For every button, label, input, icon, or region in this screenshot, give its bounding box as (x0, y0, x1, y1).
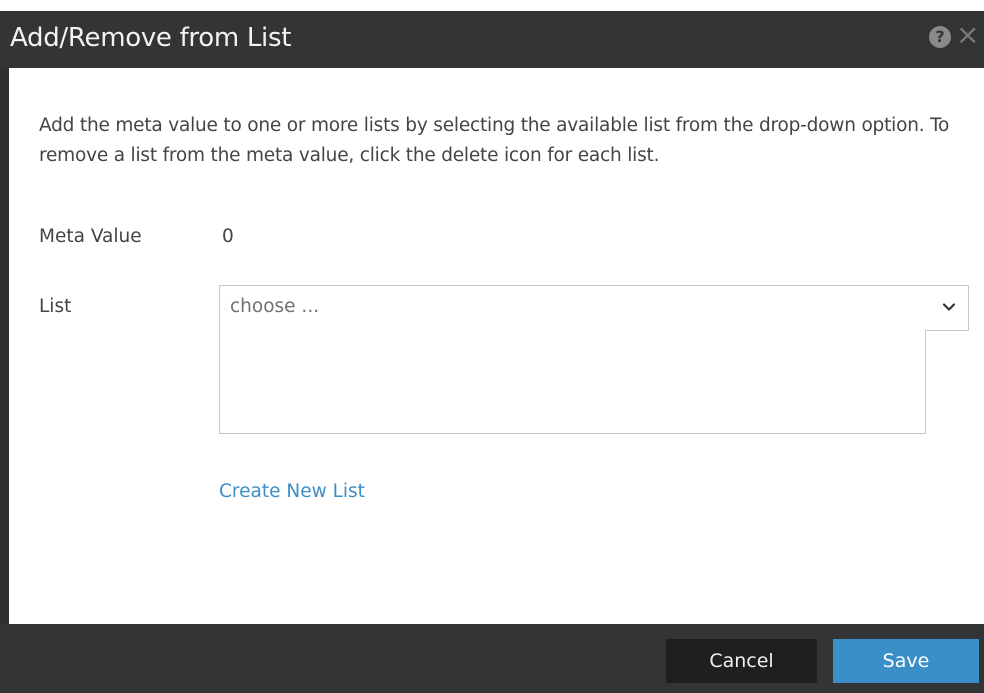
create-new-list-link[interactable]: Create New List (219, 481, 365, 502)
dialog-description: Add the meta value to one or more lists … (39, 115, 950, 166)
page: Add/Remove from List ? × Add the meta va… (0, 0, 984, 693)
meta-value-label: Meta Value (39, 226, 142, 247)
close-icon[interactable]: × (956, 20, 979, 50)
chevron-down-icon[interactable] (942, 300, 956, 314)
dropdown-divider (925, 330, 969, 331)
list-placeholder: choose ... (230, 296, 320, 317)
meta-value: 0 (222, 226, 234, 247)
dialog-title: Add/Remove from List (10, 23, 292, 53)
list-label: List (39, 296, 72, 317)
save-button[interactable]: Save (833, 639, 979, 683)
list-dropdown[interactable]: choose ... (219, 285, 969, 331)
add-remove-list-dialog: Add/Remove from List ? × Add the meta va… (0, 11, 984, 693)
help-icon[interactable]: ? (929, 26, 951, 48)
cancel-button[interactable]: Cancel (666, 639, 817, 683)
dialog-title-bar: Add/Remove from List ? × (0, 11, 984, 68)
dialog-footer: Cancel Save (0, 624, 984, 693)
